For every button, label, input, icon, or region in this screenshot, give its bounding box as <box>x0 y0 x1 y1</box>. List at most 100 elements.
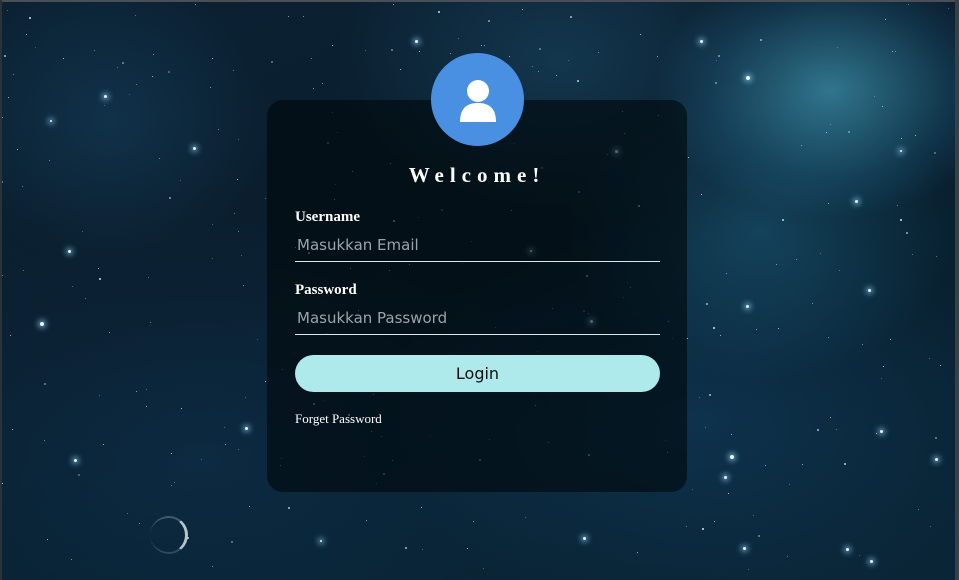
star <box>705 427 706 428</box>
star <box>812 303 813 304</box>
star <box>687 338 688 339</box>
star <box>224 427 225 428</box>
star <box>509 56 510 57</box>
star <box>692 489 693 490</box>
password-input[interactable] <box>295 301 660 335</box>
star <box>880 430 883 433</box>
star <box>743 547 746 550</box>
star <box>862 344 863 345</box>
star <box>826 132 827 133</box>
star <box>78 474 80 476</box>
star <box>778 328 779 329</box>
forget-password-link[interactable]: Forget Password <box>295 411 382 427</box>
star <box>467 548 468 549</box>
star <box>181 408 182 409</box>
star <box>212 224 213 225</box>
planet-crescent <box>150 516 188 554</box>
star <box>313 88 314 89</box>
star <box>848 131 850 133</box>
star <box>720 335 721 336</box>
star <box>2 275 3 276</box>
star <box>12 429 13 430</box>
star <box>787 556 788 557</box>
star <box>481 45 482 46</box>
star <box>782 219 784 221</box>
star <box>688 157 689 158</box>
star <box>271 61 273 63</box>
star <box>218 129 219 130</box>
star <box>419 51 420 52</box>
star <box>870 560 873 563</box>
star <box>237 179 238 180</box>
star <box>405 547 407 549</box>
star <box>171 453 172 454</box>
star <box>50 120 52 122</box>
user-icon <box>458 78 498 122</box>
star <box>948 8 949 9</box>
star <box>225 444 226 445</box>
star <box>746 76 750 80</box>
star <box>839 270 840 271</box>
star <box>234 213 235 214</box>
star <box>700 40 703 43</box>
star <box>730 455 734 459</box>
star <box>150 322 151 323</box>
window-top-border <box>0 0 959 2</box>
star <box>212 58 213 59</box>
star <box>718 55 720 57</box>
star <box>686 526 687 527</box>
star <box>716 60 717 61</box>
star <box>47 539 48 540</box>
star <box>748 569 749 570</box>
star <box>883 366 884 367</box>
star <box>935 458 938 461</box>
star <box>874 96 875 97</box>
star <box>146 389 147 390</box>
star <box>35 47 36 48</box>
star <box>231 541 233 543</box>
login-button[interactable]: Login <box>295 355 660 392</box>
star <box>568 60 569 61</box>
star <box>17 149 18 150</box>
star <box>303 16 304 17</box>
star <box>85 298 86 299</box>
star <box>72 286 73 287</box>
star <box>458 38 459 39</box>
star <box>657 56 658 57</box>
star <box>702 528 704 530</box>
star <box>855 200 858 203</box>
star <box>836 429 837 430</box>
star <box>26 34 27 35</box>
star <box>817 429 819 431</box>
star <box>525 517 526 518</box>
star <box>265 198 266 199</box>
star <box>789 484 790 485</box>
star <box>760 39 762 41</box>
star <box>238 139 239 140</box>
star <box>892 51 893 52</box>
star <box>4 55 6 57</box>
star <box>265 381 266 382</box>
star <box>900 150 902 152</box>
star <box>756 329 757 330</box>
star <box>438 11 440 13</box>
username-input[interactable] <box>295 228 660 262</box>
star <box>881 378 882 379</box>
star <box>171 485 172 486</box>
star <box>210 87 211 88</box>
star <box>715 82 717 84</box>
star <box>830 417 831 418</box>
star <box>940 365 941 366</box>
star <box>900 219 902 221</box>
star <box>882 106 883 107</box>
star <box>488 20 490 22</box>
star <box>109 332 110 333</box>
star <box>22 186 23 187</box>
star <box>320 540 322 542</box>
star <box>98 268 99 269</box>
star <box>2 117 3 118</box>
star <box>168 71 170 73</box>
star <box>846 548 849 551</box>
star <box>13 74 14 75</box>
star <box>422 549 423 550</box>
